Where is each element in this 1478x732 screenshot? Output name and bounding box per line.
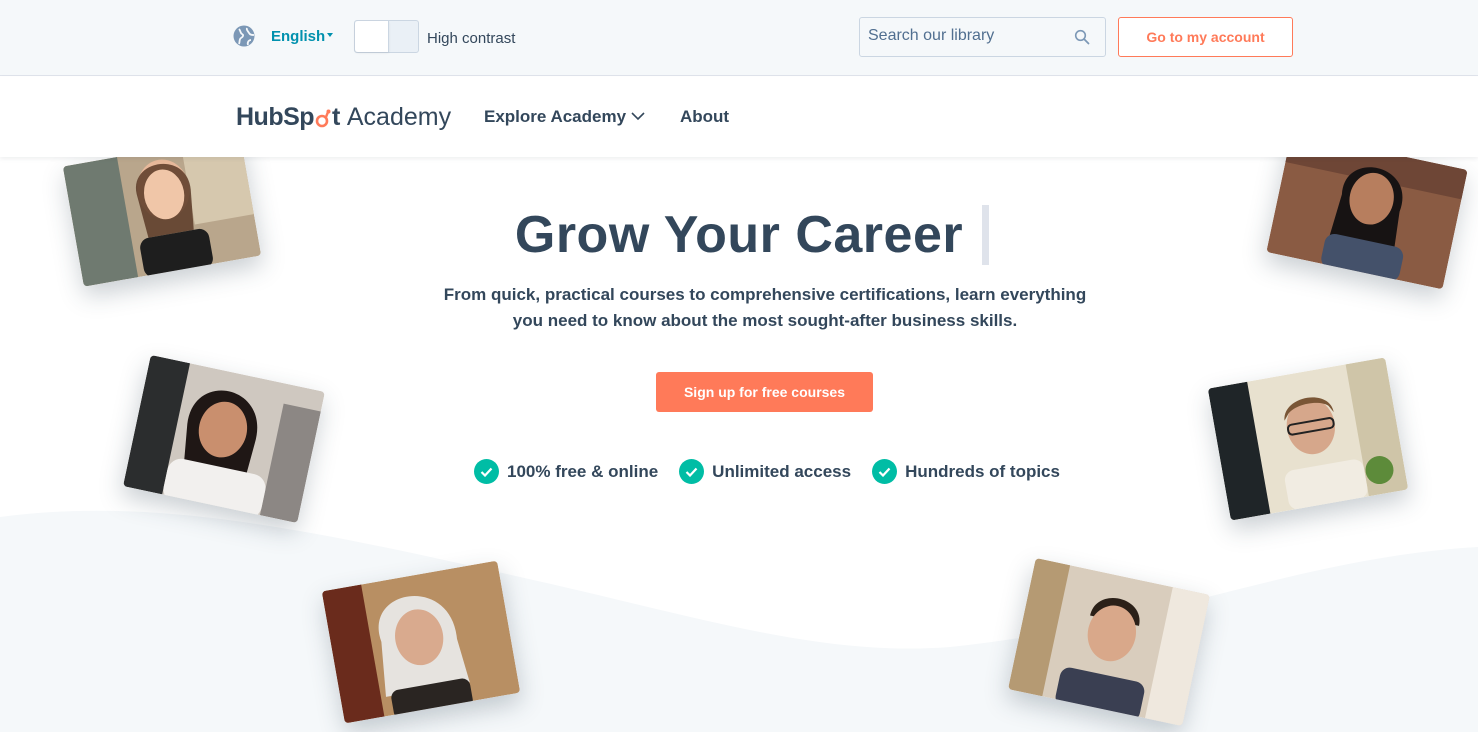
logo-product-name: Academy <box>346 102 452 131</box>
logo-wordmark-t: t <box>332 102 340 131</box>
check-icon <box>679 459 705 484</box>
high-contrast-label: High contrast <box>427 30 516 47</box>
toggle-knob <box>355 21 389 52</box>
feature-item: Hundreds of topics <box>872 459 1060 484</box>
high-contrast-toggle[interactable] <box>354 20 419 53</box>
feature-label: 100% free & online <box>507 461 659 481</box>
utility-bar: English High contrast Go to my account <box>0 0 1478 76</box>
search-input[interactable] <box>868 27 1068 45</box>
typing-cursor <box>982 205 989 265</box>
nav-explore-academy[interactable]: Explore Academy <box>484 107 626 127</box>
hubspot-academy-logo[interactable]: HubSp t Academy <box>236 99 451 135</box>
sign-up-button[interactable]: Sign up for free courses <box>656 372 873 412</box>
globe-icon[interactable] <box>233 25 255 47</box>
search-icon[interactable] <box>1074 29 1090 45</box>
check-icon <box>872 459 898 484</box>
feature-label: Unlimited access <box>712 461 852 481</box>
caret-down-icon[interactable] <box>327 33 333 37</box>
logo-wordmark-hub: HubSp <box>236 102 315 131</box>
go-to-account-button[interactable]: Go to my account <box>1118 17 1293 57</box>
chevron-down-icon[interactable] <box>631 111 645 121</box>
main-navigation: HubSp t Academy Explore Academy About <box>0 77 1478 157</box>
sprocket-icon <box>315 109 331 128</box>
nav-about[interactable]: About <box>680 107 729 127</box>
feature-item: 100% free & online <box>474 459 658 484</box>
feature-list: 100% free & online Unlimited access Hund… <box>474 459 1081 484</box>
search-box <box>859 17 1106 57</box>
hero-headline: Grow Your Career <box>514 206 964 264</box>
hero-subtext: From quick, practical courses to compreh… <box>443 285 1087 330</box>
feature-item: Unlimited access <box>679 459 851 484</box>
language-selector[interactable]: English <box>271 28 325 45</box>
check-icon <box>474 459 499 484</box>
feature-label: Hundreds of topics <box>905 461 1060 481</box>
